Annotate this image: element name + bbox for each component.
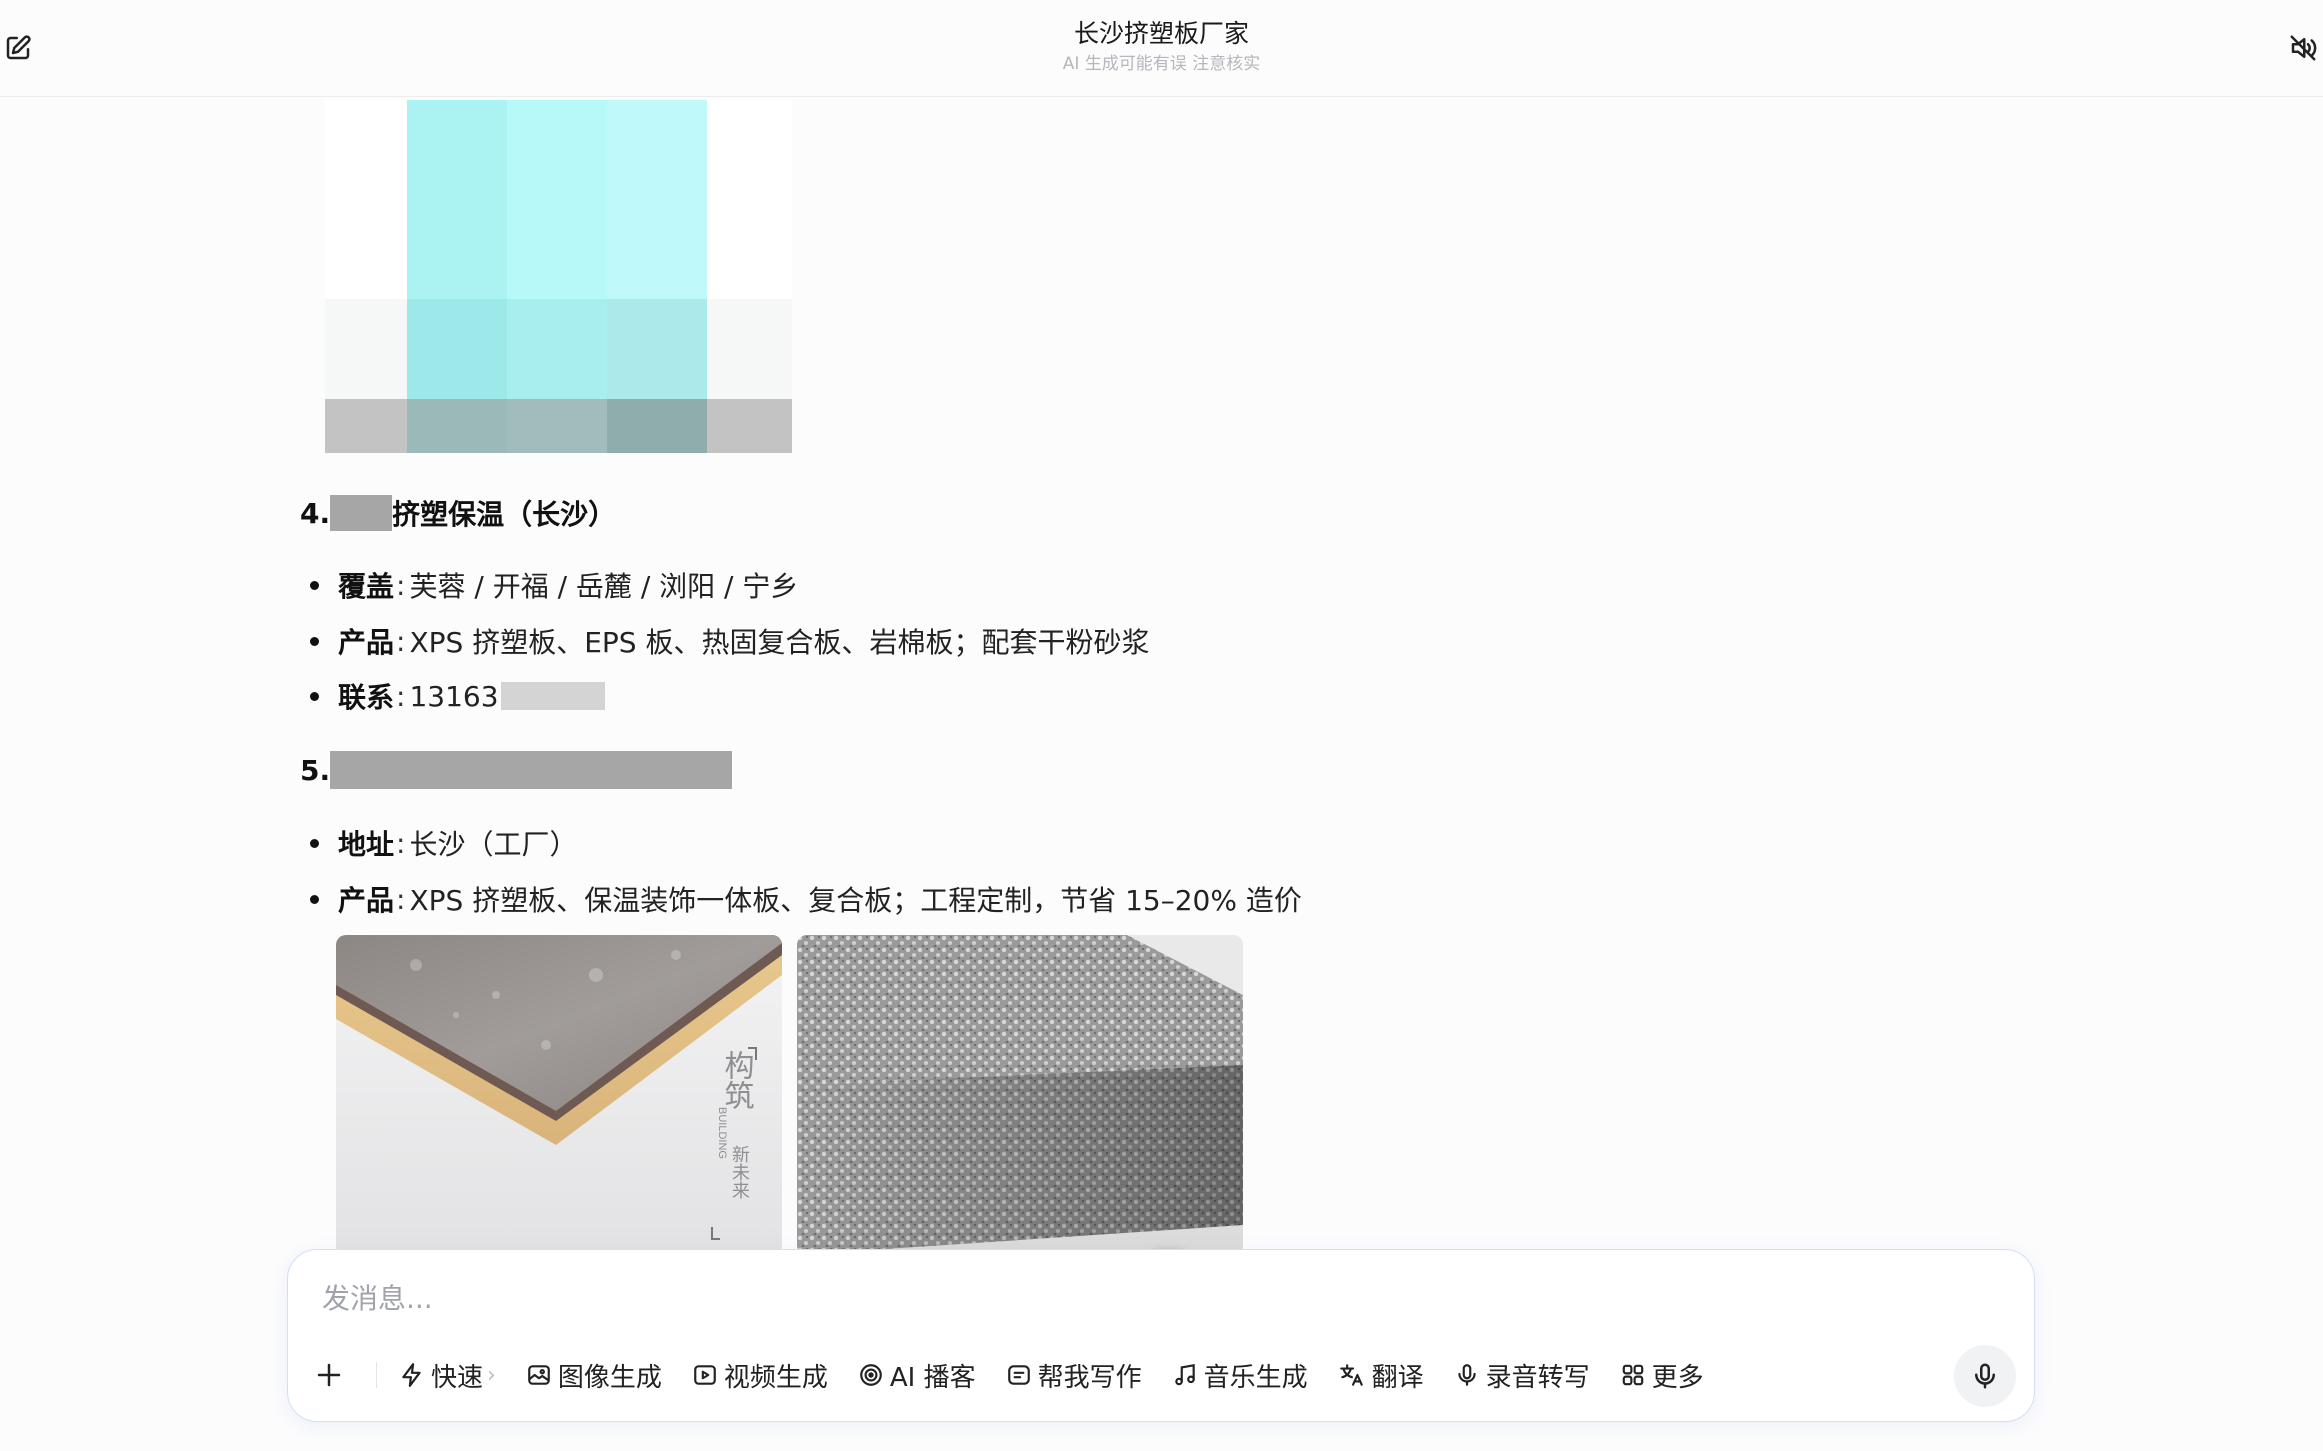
- chat-title-block: 长沙挤塑板厂家 AI 生成可能有误 注意核实: [0, 16, 2323, 76]
- section-4-heading: 4. 挤塑保温（长沙）: [300, 492, 616, 534]
- redacted-company-name: [330, 751, 733, 789]
- watermark-text: 构筑: [720, 1050, 755, 1110]
- section-5-number: 5.: [300, 753, 331, 787]
- tool-audio-transcription[interactable]: 录音转写: [1446, 1350, 1598, 1400]
- svg-text:新未来: 新未来: [730, 1145, 750, 1199]
- chat-title: 长沙挤塑板厂家: [1073, 19, 1249, 48]
- section-4-title: 挤塑保温（长沙）: [392, 498, 617, 531]
- tool-video-generation[interactable]: 视频生成: [684, 1350, 836, 1400]
- message-composer: 快速 › 图像生成 视频生成 AI 播客 帮我写作: [287, 1249, 2035, 1422]
- grid-icon: [1622, 1364, 1643, 1386]
- top-header: 长沙挤塑板厂家 AI 生成可能有误 注意核实: [0, 0, 2323, 97]
- podcast-icon: [860, 1364, 882, 1386]
- composer-toolbar: 快速 › 图像生成 视频生成 AI 播客 帮我写作 音乐生成 翻译 录音转写 更…: [314, 1350, 1712, 1400]
- tool-image-generation[interactable]: 图像生成: [518, 1350, 670, 1400]
- ai-disclaimer: AI 生成可能有误 注意核实: [1062, 54, 1261, 74]
- list-item: 产品: XPS 挤塑板、保温装饰一体板、复合板；工程定制，节省 15–20% 造…: [306, 878, 1302, 920]
- voice-input-button[interactable]: [1954, 1345, 2016, 1407]
- speaker-mute-icon: [2290, 35, 2317, 61]
- svg-text:BUILDING: BUILDING: [716, 1107, 728, 1159]
- tool-more[interactable]: 更多: [1612, 1350, 1712, 1400]
- chat-content: 4. 挤塑保温（长沙） 覆盖: 芙蓉 / 开福 / 岳麓 / 浏阳 / 宁乡 产…: [0, 98, 2323, 1258]
- tool-fast-mode[interactable]: 快速 ›: [391, 1350, 504, 1400]
- plus-icon: [317, 1363, 341, 1387]
- video-icon: [694, 1365, 716, 1385]
- section-5-heading: 5.: [300, 749, 733, 791]
- write-icon: [1007, 1365, 1030, 1385]
- message-input[interactable]: [320, 1274, 1920, 1322]
- redacted-phone: [500, 682, 605, 710]
- music-icon: [1174, 1363, 1195, 1386]
- lightning-icon: [402, 1363, 421, 1387]
- product-image-porous-block[interactable]: [797, 935, 1243, 1255]
- mute-button[interactable]: [2283, 28, 2323, 68]
- pixelated-image: [325, 100, 792, 453]
- add-attachment-button[interactable]: [314, 1350, 358, 1400]
- list-item: 地址: 长沙（工厂）: [306, 822, 577, 864]
- redacted-name: [330, 495, 393, 531]
- chevron-right-icon: ›: [487, 1362, 496, 1388]
- list-item: 产品: XPS 挤塑板、EPS 板、热固复合板、岩棉板；配套干粉砂浆: [306, 620, 1149, 662]
- section-4-number: 4.: [300, 496, 331, 530]
- product-image-composite-board[interactable]: 构筑 BUILDING 新未来: [336, 935, 782, 1255]
- microphone-icon: [1975, 1363, 1995, 1389]
- tool-music-generation[interactable]: 音乐生成: [1164, 1350, 1316, 1400]
- list-item: 覆盖: 芙蓉 / 开福 / 岳麓 / 浏阳 / 宁乡: [306, 564, 798, 606]
- translate-icon: [1339, 1364, 1363, 1386]
- tool-ai-podcast[interactable]: AI 播客: [850, 1350, 984, 1400]
- image-icon: [527, 1365, 550, 1385]
- mic-small-icon: [1457, 1364, 1476, 1386]
- tool-translate[interactable]: 翻译: [1330, 1350, 1432, 1400]
- list-item: 联系: 13163: [306, 675, 605, 717]
- tool-help-me-write[interactable]: 帮我写作: [998, 1350, 1150, 1400]
